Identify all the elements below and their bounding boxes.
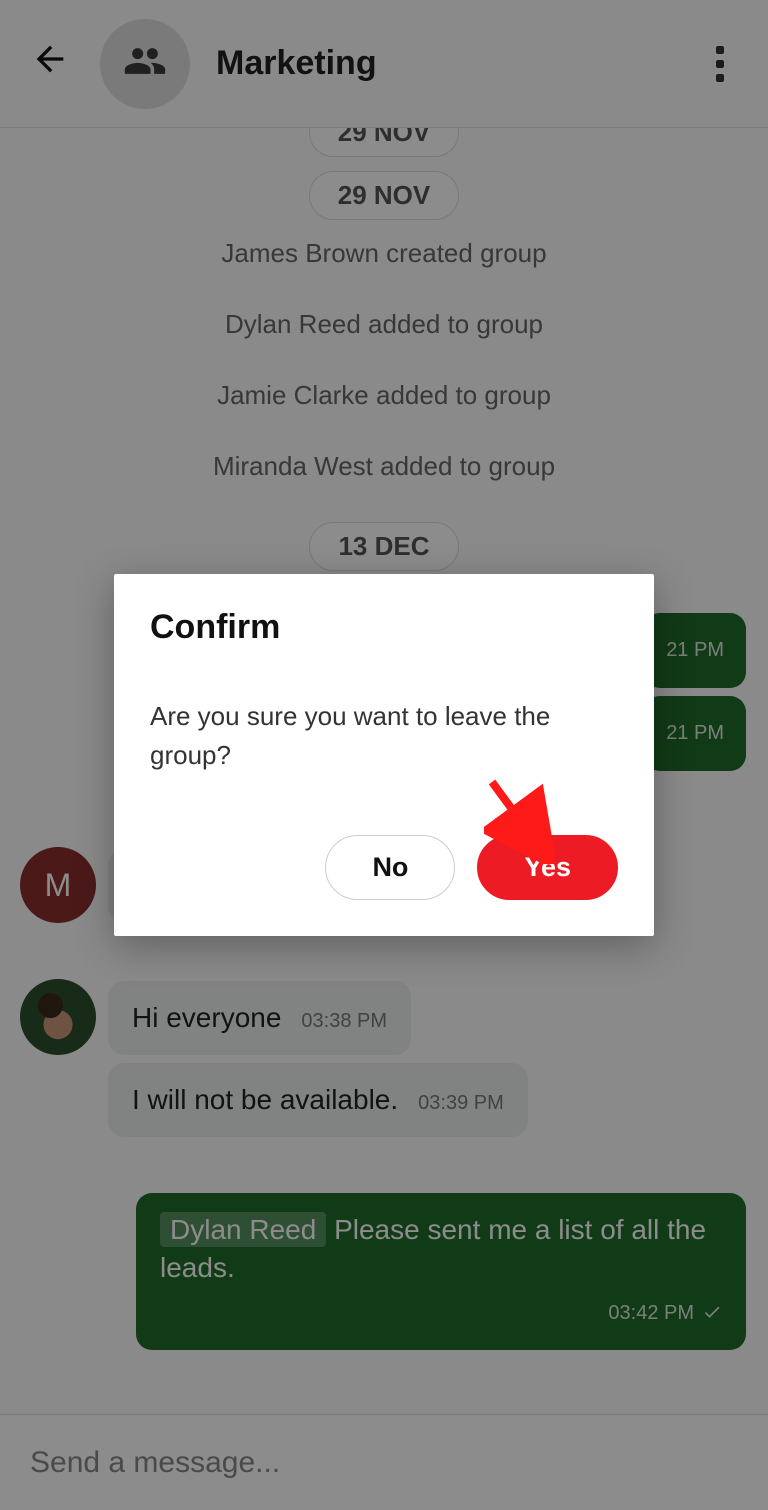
- dialog-title: Confirm: [150, 608, 618, 647]
- yes-button[interactable]: Yes: [477, 835, 618, 900]
- no-button[interactable]: No: [325, 835, 455, 900]
- dialog-body: Are you sure you want to leave the group…: [150, 697, 618, 775]
- confirm-dialog: Confirm Are you sure you want to leave t…: [114, 574, 654, 936]
- modal-overlay[interactable]: Confirm Are you sure you want to leave t…: [0, 0, 768, 1510]
